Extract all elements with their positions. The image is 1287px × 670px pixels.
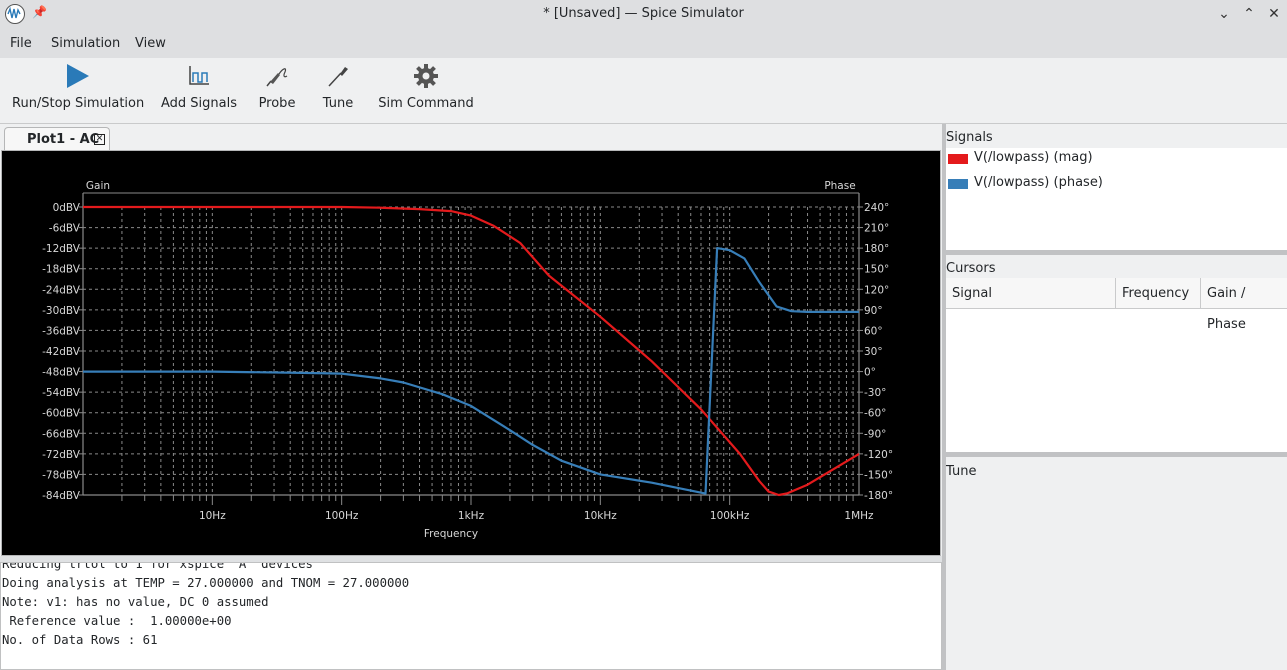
tune-title: Tune xyxy=(946,464,977,479)
menu-simulation[interactable]: Simulation xyxy=(51,36,120,51)
toolbar: Run/Stop Simulation Add Signals Probe Tu… xyxy=(0,58,1287,124)
y2-tick-label: 90° xyxy=(864,305,883,317)
run-stop-simulation-button[interactable]: Run/Stop Simulation xyxy=(12,58,144,124)
console-line: No. of Data Rows : 61 xyxy=(2,633,158,647)
x-tick-label: 10Hz xyxy=(199,510,226,522)
bode-chart[interactable]: 0dBV -6dBV -12dBV -18dBV -24dBV -30dBV -36dBV -… xyxy=(2,151,940,555)
play-icon xyxy=(67,64,89,88)
probe-button[interactable]: Probe xyxy=(254,58,300,124)
y2-tick-label: -180° xyxy=(864,490,893,502)
x-tick-label: 100Hz xyxy=(325,510,359,522)
y-tick-label: -42dBV xyxy=(42,346,81,358)
cursors-table: Signal Frequency Gain / Phase xyxy=(946,278,1287,452)
y2-tick-label: -150° xyxy=(864,469,893,481)
tab-label: Plot1 - AC xyxy=(27,132,100,147)
x-tick-label: 100kHz xyxy=(710,510,750,522)
console-line: Note: v1: has no value, DC 0 assumed xyxy=(2,595,269,609)
y-tick-label: -30dBV xyxy=(42,305,81,317)
x-tick-label: 10kHz xyxy=(584,510,617,522)
plot-area: Plot1 - AC ✕ 0dBV -6dBV -12dBV -18dBV -24dBV… xyxy=(0,124,942,556)
title-bar: 📌 * [Unsaved] — Spice Simulator ⌄ ⌃ ✕ xyxy=(0,0,1287,29)
y2-tick-label: 150° xyxy=(864,264,889,276)
console-output[interactable]: Reducing trtol to 1 for xspice 'A' devic… xyxy=(0,562,942,670)
y2-tick-label: -120° xyxy=(864,449,893,461)
y2-tick-label: -60° xyxy=(864,408,886,420)
y2-tick-label: 180° xyxy=(864,243,889,255)
menu-view[interactable]: View xyxy=(135,36,166,51)
console-line: Reducing trtol to 1 for xspice 'A' devic… xyxy=(2,562,313,571)
column-header-signal[interactable]: Signal xyxy=(946,278,1116,309)
add-signals-button[interactable]: Add Signals xyxy=(160,58,238,124)
sim-command-button[interactable]: Sim Command xyxy=(378,58,474,124)
signal-label: V(/lowpass) (mag) xyxy=(974,150,1093,165)
y2-tick-label: -90° xyxy=(864,428,886,440)
y2-tick-label: 120° xyxy=(864,284,889,296)
y2-tick-label: -30° xyxy=(864,387,886,399)
y-tick-label: -78dBV xyxy=(42,469,81,481)
column-header-frequency[interactable]: Frequency xyxy=(1116,278,1201,309)
y2-axis-label: Phase xyxy=(824,180,855,192)
probe-icon xyxy=(266,68,288,87)
x-tick-label: 1MHz xyxy=(844,510,874,522)
splitter-horizontal[interactable] xyxy=(946,250,1287,255)
add-signals-icon xyxy=(189,66,209,85)
menu-bar: File Simulation View xyxy=(0,29,1287,58)
signals-list: V(/lowpass) (mag) V(/lowpass) (phase) xyxy=(946,148,1287,250)
y-tick-label: -60dBV xyxy=(42,408,81,420)
column-header-gain-phase[interactable]: Gain / Phase xyxy=(1201,278,1287,332)
y-tick-label: 0dBV xyxy=(53,202,81,214)
y2-tick-label: 240° xyxy=(864,202,889,214)
maximize-button[interactable]: ⌃ xyxy=(1239,4,1259,24)
gear-icon xyxy=(414,64,438,88)
y-tick-label: -6dBV xyxy=(49,223,81,235)
sim-command-label: Sim Command xyxy=(378,96,474,111)
cursors-table-header: Signal Frequency Gain / Phase xyxy=(946,278,1287,332)
tune-icon xyxy=(328,67,348,87)
tune-button[interactable]: Tune xyxy=(318,58,358,124)
y-tick-label: -12dBV xyxy=(42,243,81,255)
signal-label: V(/lowpass) (phase) xyxy=(974,175,1103,190)
y-tick-label: -54dBV xyxy=(42,387,81,399)
y-tick-label: -36dBV xyxy=(42,325,81,337)
y-tick-label: -18dBV xyxy=(42,264,81,276)
tune-label: Tune xyxy=(322,96,354,111)
y2-tick-label: 60° xyxy=(864,325,883,337)
right-panel: Signals V(/lowpass) (mag) V(/lowpass) (p… xyxy=(946,124,1287,670)
minimize-button[interactable]: ⌄ xyxy=(1214,4,1234,24)
y-tick-label: -72dBV xyxy=(42,449,81,461)
add-signals-label: Add Signals xyxy=(160,96,237,111)
x-axis-label: Frequency xyxy=(424,528,478,540)
cursors-title: Cursors xyxy=(946,261,996,276)
console-lines: Reducing trtol to 1 for xspice 'A' devic… xyxy=(1,562,410,652)
y-tick-label: -24dBV xyxy=(42,284,81,296)
x-tick-label: 1kHz xyxy=(458,510,485,522)
plot-canvas[interactable]: 0dBV -6dBV -12dBV -18dBV -24dBV -30dBV -36dBV -… xyxy=(1,150,941,556)
console-line: Doing analysis at TEMP = 27.000000 and T… xyxy=(2,576,410,590)
y2-tick-label: 0° xyxy=(864,367,876,379)
y-tick-label: -66dBV xyxy=(42,428,81,440)
y-axis-label: Gain xyxy=(86,180,110,192)
probe-label: Probe xyxy=(258,96,296,111)
y2-tick-label: 210° xyxy=(864,223,889,235)
signals-title: Signals xyxy=(946,130,993,145)
signal-color-swatch xyxy=(948,154,968,164)
tab-close-icon[interactable]: ✕ xyxy=(94,134,105,145)
close-button[interactable]: ✕ xyxy=(1264,4,1284,24)
window-title: * [Unsaved] — Spice Simulator xyxy=(543,6,744,21)
y-tick-label: -48dBV xyxy=(42,367,81,379)
run-stop-simulation-label: Run/Stop Simulation xyxy=(12,96,145,111)
console-line: Reference value : 1.00000e+00 xyxy=(2,614,232,628)
y-tick-label: -84dBV xyxy=(42,490,81,502)
y2-tick-label: 30° xyxy=(864,346,883,358)
signal-color-swatch xyxy=(948,179,968,189)
menu-file[interactable]: File xyxy=(10,36,32,51)
tab-plot1-ac[interactable]: Plot1 - AC ✕ xyxy=(4,127,110,150)
splitter-horizontal[interactable] xyxy=(946,452,1287,457)
